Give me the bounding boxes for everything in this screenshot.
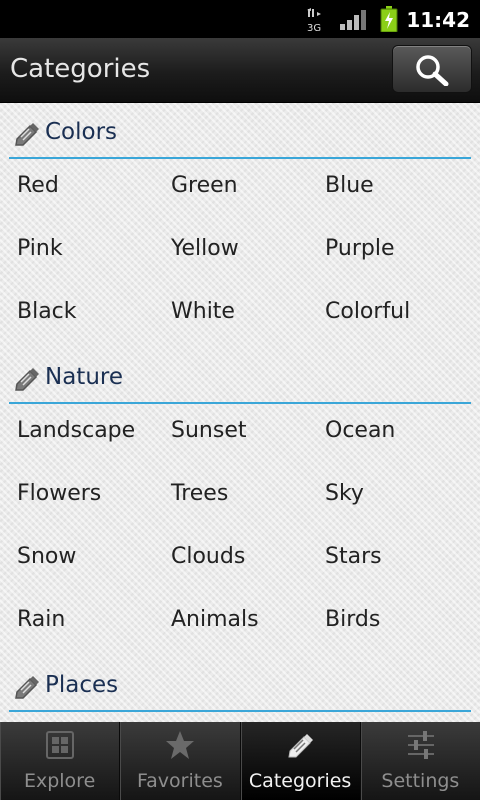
section-header: Nature (0, 348, 480, 404)
section-divider (9, 402, 471, 404)
tab-label: Settings (381, 770, 460, 792)
network-type-label: 3G (307, 23, 321, 32)
category-item-pink[interactable]: Pink (17, 222, 171, 285)
signal-strength-icon (340, 10, 366, 30)
search-icon (416, 55, 449, 86)
tag-icon (15, 676, 39, 699)
section-divider (9, 710, 471, 712)
category-item-sky[interactable]: Sky (325, 467, 479, 530)
battery-charging-icon (380, 6, 398, 32)
categories-list[interactable]: Colors Red Green Blue Pink Yellow Purple… (0, 103, 480, 722)
category-item-green[interactable]: Green (171, 159, 325, 222)
category-item-red[interactable]: Red (17, 159, 171, 222)
category-grid: Landscape Sunset Ocean Flowers Trees Sky… (0, 404, 480, 656)
category-item-snow[interactable]: Snow (17, 530, 171, 593)
section-header: Colors (0, 103, 480, 159)
title-bar: Categories (0, 38, 480, 103)
status-bar: 3G 11:42 (0, 0, 480, 38)
category-item-black[interactable]: Black (17, 285, 171, 348)
category-item-trees[interactable]: Trees (171, 467, 325, 530)
category-grid: Red Green Blue Pink Yellow Purple Black … (0, 159, 480, 348)
tab-settings[interactable]: Settings (361, 722, 480, 800)
category-item-white[interactable]: White (171, 285, 325, 348)
tag-icon (287, 734, 313, 758)
category-item-landscape[interactable]: Landscape (17, 404, 171, 467)
sliders-icon (407, 731, 434, 759)
status-clock: 11:42 (406, 8, 470, 32)
tag-icon (15, 368, 39, 391)
category-item-stars[interactable]: Stars (325, 530, 479, 593)
section-title: Places (45, 672, 119, 698)
category-item-ocean[interactable]: Ocean (325, 404, 479, 467)
bottom-tab-bar: Explore Favorites Categories Settings (0, 722, 480, 800)
tab-categories[interactable]: Categories (240, 722, 361, 800)
tab-explore[interactable]: Explore (0, 722, 121, 800)
page-title: Categories (10, 54, 151, 84)
section-header: Places (0, 656, 480, 712)
category-item-rain[interactable]: Rain (17, 593, 171, 656)
network-3g-icon: 3G (307, 8, 321, 32)
section-title: Colors (45, 119, 118, 145)
section-divider (9, 157, 471, 159)
category-item-birds[interactable]: Birds (325, 593, 479, 656)
section-places: Places (0, 656, 480, 712)
star-icon (166, 731, 195, 759)
category-item-purple[interactable]: Purple (325, 222, 479, 285)
category-item-flowers[interactable]: Flowers (17, 467, 171, 530)
tab-label: Categories (248, 770, 352, 792)
tab-label: Favorites (136, 770, 223, 792)
category-item-clouds[interactable]: Clouds (171, 530, 325, 593)
category-item-sunset[interactable]: Sunset (171, 404, 325, 467)
section-colors: Colors Red Green Blue Pink Yellow Purple… (0, 103, 480, 348)
section-nature: Nature Landscape Sunset Ocean Flowers Tr… (0, 348, 480, 656)
search-button[interactable] (392, 45, 472, 93)
tab-favorites[interactable]: Favorites (120, 722, 241, 800)
category-item-colorful[interactable]: Colorful (325, 285, 479, 348)
grid-icon (46, 731, 74, 759)
category-item-animals[interactable]: Animals (171, 593, 325, 656)
category-item-blue[interactable]: Blue (325, 159, 479, 222)
section-title: Nature (45, 364, 123, 390)
tag-icon (15, 123, 39, 146)
category-item-yellow[interactable]: Yellow (171, 222, 325, 285)
tab-label: Explore (23, 770, 96, 792)
